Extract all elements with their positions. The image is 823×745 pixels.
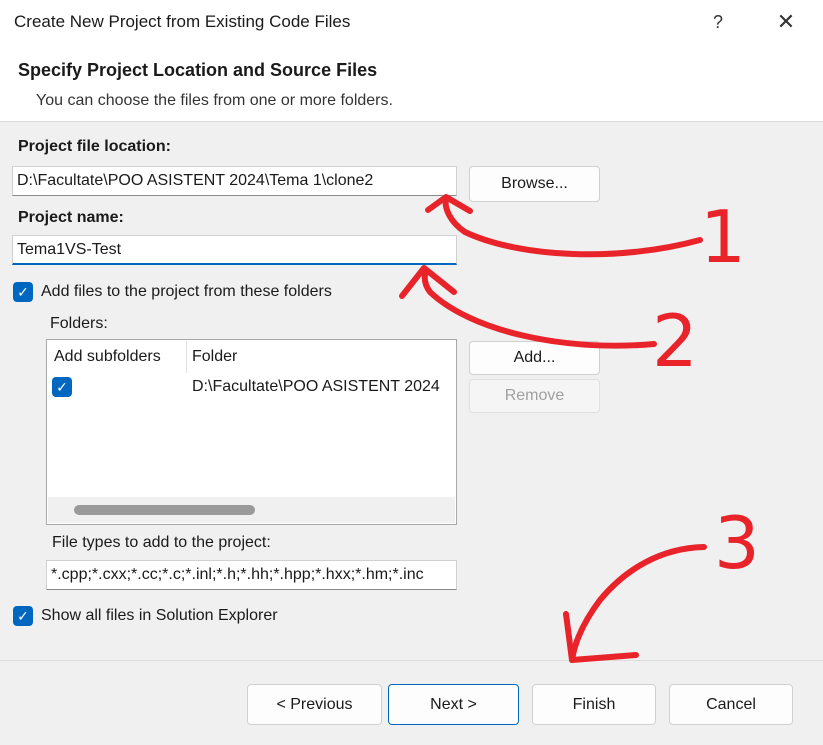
checkmark-icon: ✓ bbox=[17, 608, 29, 624]
remove-folder-button[interactable]: Remove bbox=[469, 379, 600, 413]
wizard-header bbox=[0, 44, 823, 122]
show-all-files-label: Show all files in Solution Explorer bbox=[41, 607, 278, 624]
close-button[interactable]: ✕ bbox=[766, 4, 806, 40]
checkmark-icon: ✓ bbox=[56, 379, 68, 395]
finish-button[interactable]: Finish bbox=[532, 684, 656, 725]
row-subfolders-checkbox[interactable]: ✓ bbox=[52, 377, 72, 397]
project-name-input[interactable]: Tema1VS-Test bbox=[12, 235, 457, 265]
add-files-label: Add files to the project from these fold… bbox=[41, 283, 332, 300]
page-title: Specify Project Location and Source File… bbox=[18, 60, 378, 80]
show-all-files-checkbox[interactable]: ✓ bbox=[13, 606, 33, 626]
column-header-add-subfolders[interactable]: Add subfolders bbox=[54, 348, 161, 366]
page-subtitle: You can choose the files from one or mor… bbox=[36, 92, 393, 109]
file-types-input[interactable]: *.cpp;*.cxx;*.cc;*.c;*.inl;*.h;*.hh;*.hp… bbox=[46, 560, 457, 590]
previous-button[interactable]: < Previous bbox=[247, 684, 382, 725]
checkmark-icon: ✓ bbox=[17, 284, 29, 300]
cancel-button[interactable]: Cancel bbox=[669, 684, 793, 725]
file-types-label: File types to add to the project: bbox=[52, 534, 271, 551]
project-name-label: Project name: bbox=[18, 209, 124, 226]
folders-label: Folders: bbox=[50, 315, 108, 332]
window-title: Create New Project from Existing Code Fi… bbox=[14, 12, 351, 31]
next-button[interactable]: Next > bbox=[388, 684, 519, 725]
help-button[interactable]: ? bbox=[702, 4, 734, 40]
project-location-input[interactable]: D:\Facultate\POO ASISTENT 2024\Tema 1\cl… bbox=[12, 166, 457, 196]
column-separator[interactable] bbox=[186, 341, 187, 373]
scrollbar-thumb[interactable] bbox=[74, 505, 255, 515]
add-files-checkbox[interactable]: ✓ bbox=[13, 282, 33, 302]
folder-path-cell[interactable]: D:\Facultate\POO ASISTENT 2024 bbox=[192, 378, 456, 396]
column-header-folder[interactable]: Folder bbox=[192, 348, 237, 366]
project-location-label: Project file location: bbox=[18, 138, 171, 155]
browse-button[interactable]: Browse... bbox=[469, 166, 600, 202]
add-folder-button[interactable]: Add... bbox=[469, 341, 600, 375]
